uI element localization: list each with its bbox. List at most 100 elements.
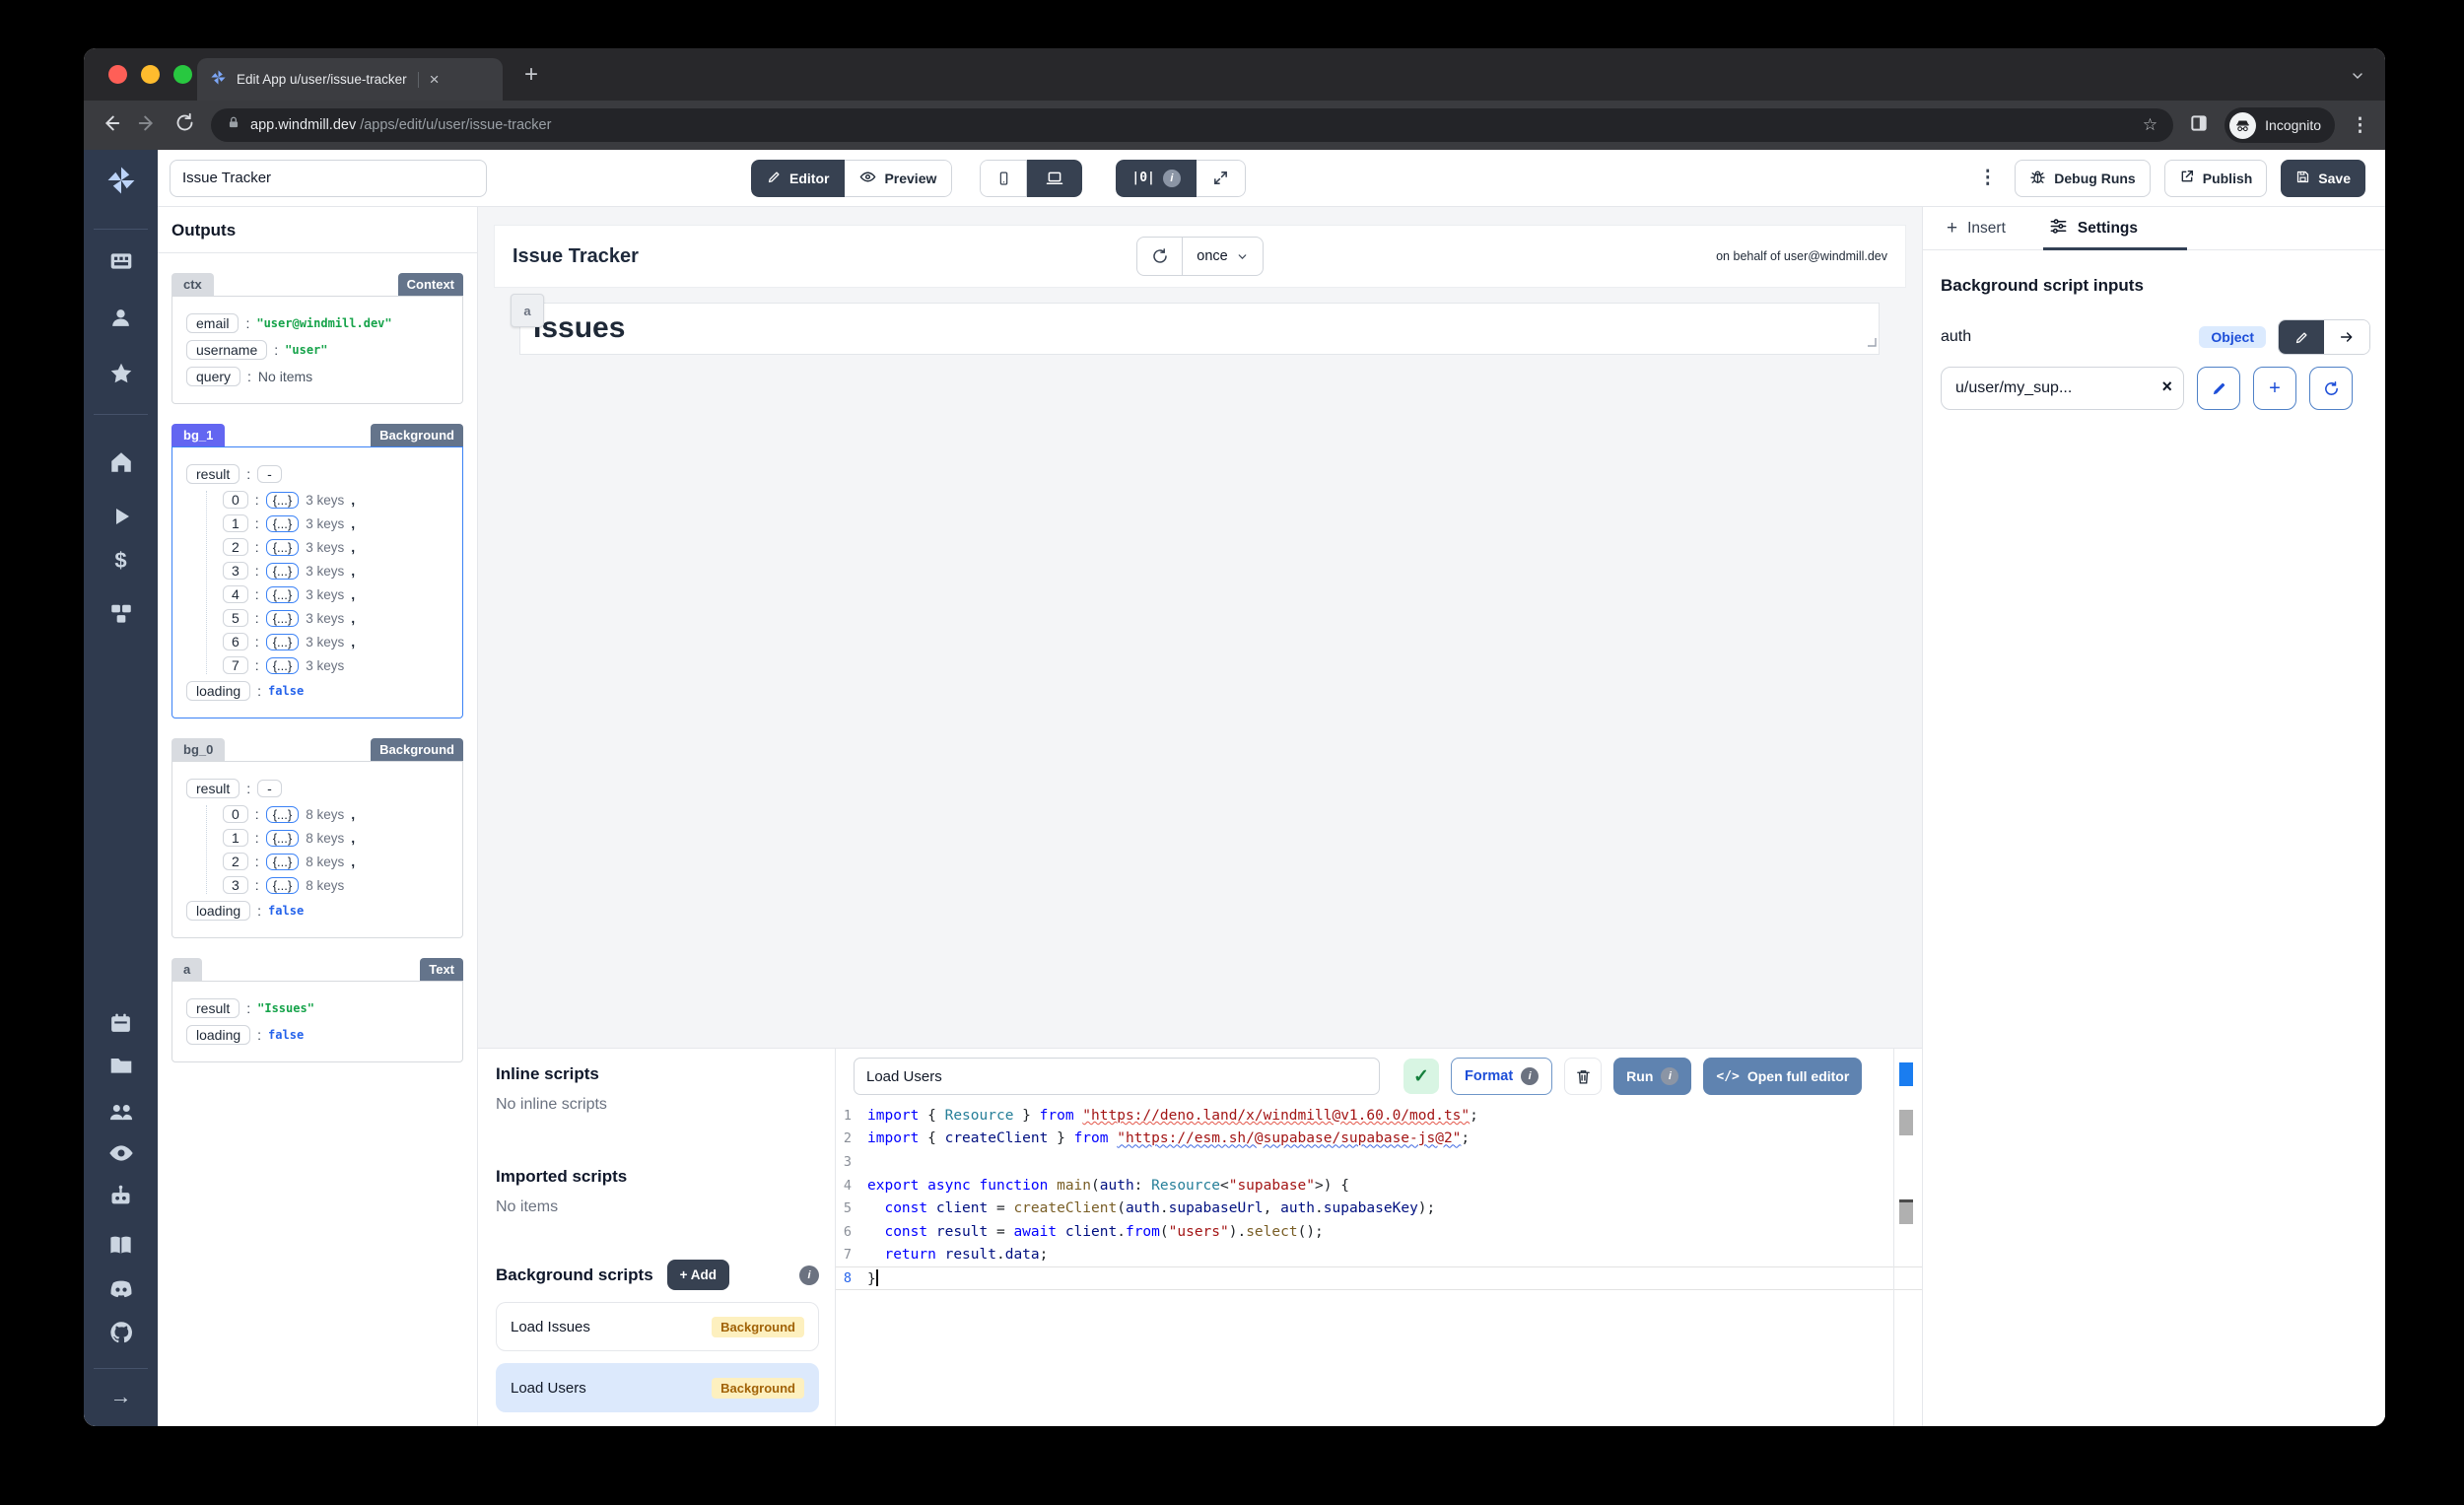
index-pill[interactable]: 3 <box>223 562 248 580</box>
key-pill[interactable]: query <box>186 367 240 386</box>
toggle-outputs-button[interactable]: |0| i <box>1116 160 1196 197</box>
schedules-icon[interactable] <box>84 1011 158 1036</box>
open-full-editor-button[interactable]: </> Open full editor <box>1703 1058 1862 1095</box>
format-button[interactable]: Format i <box>1451 1058 1552 1095</box>
github-icon[interactable] <box>84 1319 158 1346</box>
node-badge-bg1[interactable]: bg_1 <box>171 424 225 446</box>
index-pill[interactable]: 6 <box>223 633 248 650</box>
runs-play-icon[interactable] <box>84 505 158 528</box>
refresh-mode-dropdown[interactable]: once <box>1183 238 1262 275</box>
index-pill[interactable]: 0 <box>223 805 248 823</box>
index-pill[interactable]: 1 <box>223 829 248 847</box>
key-pill[interactable]: username <box>186 340 267 360</box>
object-pill[interactable]: {...} <box>266 563 300 580</box>
fullscreen-button[interactable] <box>1197 160 1246 197</box>
a-output-box[interactable]: result:"Issues" loading:false <box>171 981 463 1062</box>
bg0-output-box[interactable]: result:- 0 : {...} 8 keys , <box>171 761 463 938</box>
key-pill[interactable]: result <box>186 998 240 1018</box>
refresh-button[interactable] <box>1137 238 1183 275</box>
browser-menu-icon[interactable]: ⋮ <box>2351 114 2369 137</box>
object-pill[interactable]: {...} <box>266 877 300 894</box>
add-resource-button[interactable]: + <box>2253 367 2296 410</box>
audit-eye-icon[interactable] <box>84 1139 158 1167</box>
preview-tab-button[interactable]: Preview <box>845 160 952 197</box>
resources-cubes-icon[interactable] <box>84 601 158 627</box>
key-pill[interactable]: loading <box>186 901 250 921</box>
folders-icon[interactable] <box>84 1053 158 1078</box>
docs-book-icon[interactable] <box>84 1232 158 1259</box>
window-zoom-button[interactable] <box>173 65 192 84</box>
key-pill[interactable]: email <box>186 313 239 333</box>
debug-runs-button[interactable]: Debug Runs <box>2015 160 2150 197</box>
forward-button[interactable] <box>137 112 159 139</box>
add-background-script-button[interactable]: + Add <box>667 1260 729 1290</box>
resize-handle[interactable] <box>1867 334 1877 352</box>
browser-tab[interactable]: Edit App u/user/issue-tracker × <box>197 58 503 101</box>
key-pill[interactable]: result <box>186 779 240 798</box>
delete-script-button[interactable] <box>1564 1058 1602 1095</box>
key-pill[interactable]: result <box>186 464 240 484</box>
back-button[interactable] <box>100 112 121 139</box>
index-pill[interactable]: 2 <box>223 538 248 556</box>
tab-search-chevron-icon[interactable] <box>2350 68 2365 89</box>
index-pill[interactable]: 2 <box>223 853 248 870</box>
save-button[interactable]: Save <box>2281 160 2365 197</box>
object-pill[interactable]: {...} <box>266 854 300 870</box>
app-canvas[interactable]: Issue Tracker once on behalf of user@win… <box>478 207 1922 1048</box>
tab-preview-icon[interactable] <box>2189 113 2209 138</box>
address-bar[interactable]: app.windmill.dev/apps/edit/u/user/issue-… <box>211 108 2173 142</box>
refresh-resource-button[interactable] <box>2309 367 2353 410</box>
index-pill[interactable]: 1 <box>223 514 248 532</box>
object-pill[interactable]: {...} <box>266 515 300 532</box>
reload-button[interactable] <box>174 112 195 138</box>
node-badge-ctx[interactable]: ctx <box>171 273 214 296</box>
key-pill[interactable]: loading <box>186 1025 250 1045</box>
node-badge-bg0[interactable]: bg_0 <box>171 738 225 761</box>
publish-button[interactable]: Publish <box>2164 160 2268 197</box>
code-editor[interactable]: 1import { Resource } from "https://deno.… <box>836 1104 1922 1426</box>
script-name-input[interactable] <box>854 1058 1380 1095</box>
index-pill[interactable]: 5 <box>223 609 248 627</box>
discord-icon[interactable] <box>84 1275 158 1303</box>
groups-icon[interactable] <box>84 1098 158 1126</box>
index-pill[interactable]: 4 <box>223 585 248 603</box>
ctx-output-box[interactable]: email:"user@windmill.dev" username:"user… <box>171 296 463 404</box>
windmill-logo-icon[interactable] <box>84 164 158 197</box>
object-pill[interactable]: {...} <box>266 610 300 627</box>
bg1-output-box[interactable]: result:- 0 : {...} 3 keys , <box>171 446 463 718</box>
static-mode-button[interactable] <box>2279 320 2324 354</box>
run-button[interactable]: Run i <box>1613 1058 1691 1095</box>
index-pill[interactable]: 3 <box>223 876 248 894</box>
mobile-view-button[interactable] <box>980 160 1027 197</box>
expand-sidebar-icon[interactable]: → <box>84 1384 158 1409</box>
window-close-button[interactable] <box>108 65 127 84</box>
object-pill[interactable]: {...} <box>266 657 300 674</box>
object-pill[interactable]: {...} <box>266 806 300 823</box>
clear-icon[interactable]: × <box>2161 376 2172 397</box>
variables-dollar-icon[interactable]: $ <box>84 548 158 574</box>
home-icon[interactable] <box>84 449 158 475</box>
workers-robot-icon[interactable] <box>84 1183 158 1209</box>
script-item-load-users[interactable]: Load Users Background <box>496 1363 819 1412</box>
desktop-view-button[interactable] <box>1027 160 1082 197</box>
script-item-load-issues[interactable]: Load Issues Background <box>496 1302 819 1351</box>
editor-scrollbar-handle[interactable] <box>1899 1110 1913 1135</box>
object-pill[interactable]: {...} <box>266 539 300 556</box>
key-pill[interactable]: loading <box>186 681 250 701</box>
object-pill[interactable]: {...} <box>266 830 300 847</box>
more-menu-icon[interactable]: ⋮ <box>1978 167 1997 189</box>
collapse-toggle[interactable]: - <box>257 465 282 483</box>
tab-insert[interactable]: + Insert <box>1947 218 2006 239</box>
favorites-star-icon[interactable] <box>84 361 158 386</box>
text-component-issues[interactable]: a Issues <box>519 303 1880 355</box>
object-pill[interactable]: {...} <box>266 492 300 509</box>
user-icon[interactable] <box>84 306 158 330</box>
new-tab-button[interactable]: + <box>524 61 538 89</box>
edit-resource-button[interactable] <box>2197 367 2240 410</box>
index-pill[interactable]: 7 <box>223 656 248 674</box>
connect-mode-button[interactable] <box>2324 320 2369 354</box>
tab-settings[interactable]: Settings <box>2049 217 2138 240</box>
node-badge-a[interactable]: a <box>171 958 202 981</box>
collapse-toggle[interactable]: - <box>257 780 282 797</box>
bookmark-star-icon[interactable]: ☆ <box>2143 115 2157 135</box>
